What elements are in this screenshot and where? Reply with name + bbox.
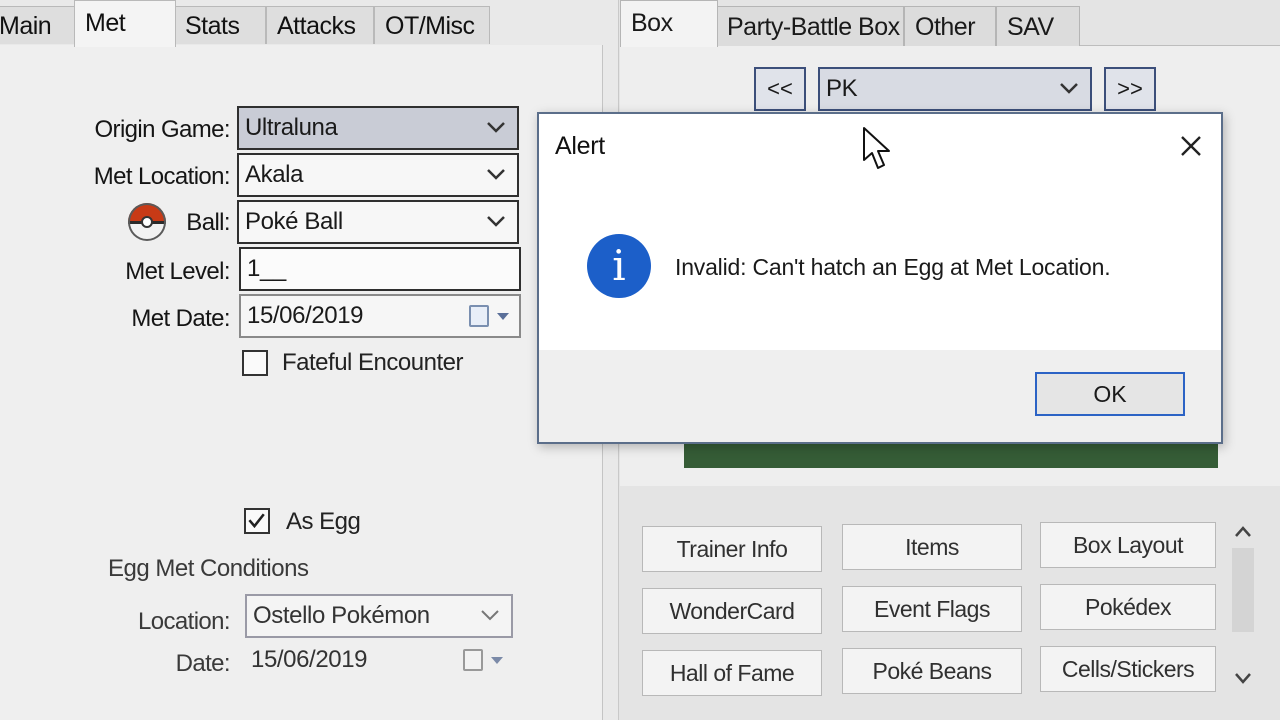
tab-stats-label: Stats xyxy=(185,12,240,40)
dialog-title: Alert xyxy=(555,132,605,160)
trainer-info-button[interactable]: Trainer Info xyxy=(642,526,822,572)
tab-ot-misc[interactable]: OT/Misc xyxy=(374,6,490,44)
egg-location-value: Ostello Pokémon xyxy=(253,602,430,629)
tab-box[interactable]: Box xyxy=(620,0,718,47)
tab-other-label: Other xyxy=(915,13,976,41)
tab-ot-misc-label: OT/Misc xyxy=(385,12,475,40)
event-flags-button[interactable]: Event Flags xyxy=(842,586,1022,632)
origin-game-label: Origin Game: xyxy=(94,116,230,143)
fateful-encounter-label: Fateful Encounter xyxy=(282,349,463,376)
met-location-label: Met Location: xyxy=(93,163,231,190)
info-icon: i xyxy=(587,234,651,298)
scroll-down-icon[interactable] xyxy=(1232,668,1254,688)
box-name-value: PK xyxy=(826,75,858,102)
chevron-down-icon xyxy=(487,216,505,227)
dropdown-arrow-icon xyxy=(491,657,503,664)
tab-main[interactable]: Main xyxy=(0,6,76,44)
tab-met[interactable]: Met xyxy=(74,0,176,47)
origin-game-value: Ultraluna xyxy=(245,114,338,141)
ball-select[interactable]: Poké Ball xyxy=(237,200,519,244)
poke-ball-icon xyxy=(128,203,166,241)
tab-box-label: Box xyxy=(631,9,673,37)
wondercard-button[interactable]: WonderCard xyxy=(642,588,822,634)
chevron-down-icon xyxy=(487,169,505,180)
calendar-icon xyxy=(463,649,483,671)
tab-main-label: Main xyxy=(0,12,52,40)
pokedex-button[interactable]: Pokédex xyxy=(1040,584,1216,630)
as-egg-label: As Egg xyxy=(286,508,361,535)
met-location-select[interactable]: Akala xyxy=(237,153,519,197)
mouse-cursor-icon xyxy=(863,127,890,169)
ball-label: Ball: xyxy=(186,209,230,236)
chevron-down-icon xyxy=(1060,83,1078,94)
prev-box-button[interactable]: << xyxy=(754,67,806,111)
tab-attacks[interactable]: Attacks xyxy=(266,6,374,44)
met-level-label: Met Level: xyxy=(125,258,230,285)
chevron-down-icon xyxy=(481,610,499,621)
ball-value: Poké Ball xyxy=(245,208,343,235)
items-button[interactable]: Items xyxy=(842,524,1022,570)
origin-game-select[interactable]: Ultraluna xyxy=(237,106,519,150)
editor-tab-strip: Main Met Stats Attacks OT/Misc xyxy=(0,0,610,47)
ok-button[interactable]: OK xyxy=(1035,372,1185,416)
tab-attacks-label: Attacks xyxy=(277,12,356,40)
tab-stats[interactable]: Stats xyxy=(174,6,266,44)
egg-location-select[interactable]: Ostello Pokémon xyxy=(245,594,513,638)
tools-scrollbar[interactable] xyxy=(1232,548,1254,632)
chevron-down-icon xyxy=(487,122,505,133)
dialog-message: Invalid: Can't hatch an Egg at Met Locat… xyxy=(675,254,1111,280)
as-egg-checkbox[interactable] xyxy=(244,508,270,534)
box-layout-button[interactable]: Box Layout xyxy=(1040,522,1216,568)
tab-party-battle-box[interactable]: Party-Battle Box xyxy=(716,6,904,46)
fateful-encounter-checkbox[interactable] xyxy=(242,350,268,376)
next-box-button[interactable]: >> xyxy=(1104,67,1156,111)
met-level-input[interactable]: 1__ xyxy=(239,247,521,291)
met-location-value: Akala xyxy=(245,161,304,188)
tab-other[interactable]: Other xyxy=(904,6,996,46)
met-date-label: Met Date: xyxy=(131,305,230,332)
egg-met-conditions-heading: Egg Met Conditions xyxy=(108,555,309,582)
box-select[interactable]: PK xyxy=(818,67,1092,111)
dropdown-arrow-icon xyxy=(497,313,509,320)
poke-beans-button[interactable]: Poké Beans xyxy=(842,648,1022,694)
checkmark-icon xyxy=(248,513,265,529)
scroll-up-icon[interactable] xyxy=(1232,522,1254,542)
hall-of-fame-button[interactable]: Hall of Fame xyxy=(642,650,822,696)
met-date-value: 15/06/2019 xyxy=(247,302,364,329)
egg-date-picker[interactable]: 15/06/2019 xyxy=(245,640,513,684)
egg-location-label: Location: xyxy=(137,608,231,635)
egg-date-value: 15/06/2019 xyxy=(251,646,368,673)
met-date-picker[interactable]: 15/06/2019 xyxy=(239,294,521,338)
close-icon[interactable] xyxy=(1177,132,1205,160)
tab-met-label: Met xyxy=(85,9,126,37)
calendar-icon xyxy=(469,305,489,327)
met-level-value: 1__ xyxy=(247,255,286,282)
tab-sav[interactable]: SAV xyxy=(996,6,1080,46)
tab-sav-label: SAV xyxy=(1007,13,1054,41)
tab-party-battle-box-label: Party-Battle Box xyxy=(727,13,900,41)
cells-stickers-button[interactable]: Cells/Stickers xyxy=(1040,646,1216,692)
egg-date-label: Date: xyxy=(175,650,231,677)
